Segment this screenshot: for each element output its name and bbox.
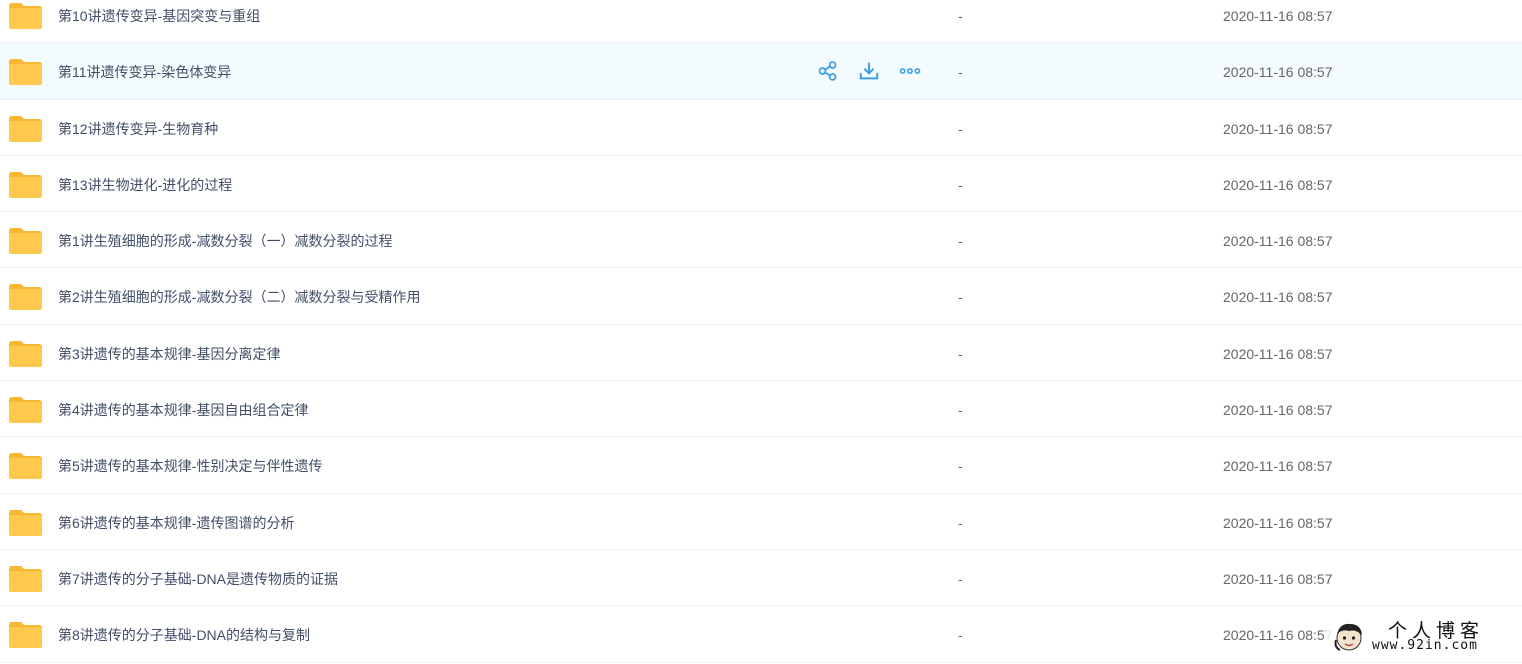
file-name-link[interactable]: 第7讲遗传的分子基础-DNA是遗传物质的证据 — [58, 550, 338, 606]
modified-time: 2020-11-16 08:57 — [1223, 289, 1333, 306]
folder-icon — [9, 228, 42, 255]
folder-icon — [9, 397, 42, 424]
watermark-url: www.92in.com — [1372, 638, 1478, 653]
file-row[interactable]: 第2讲生殖细胞的形成-减数分裂（二）减数分裂与受精作用 - 2020-11-16 0… — [0, 268, 1522, 325]
folder-icon — [9, 340, 42, 367]
watermark: 个人博客 www.92in.com — [1326, 612, 1522, 658]
modified-time: 2020-11-16 08:57 — [1223, 570, 1333, 587]
file-size: - — [958, 514, 963, 531]
file-size: - — [958, 176, 963, 193]
file-row[interactable]: 第1讲生殖细胞的形成-减数分裂（一）减数分裂的过程 - 2020-11-16 08:… — [0, 212, 1522, 269]
modified-time: 2020-11-16 08:57 — [1223, 176, 1333, 193]
file-name-link[interactable]: 第3讲遗传的基本规律-基因分离定律 — [58, 325, 280, 381]
file-name-link[interactable]: 第11讲遗传变异-染色体变异 — [58, 43, 231, 99]
folder-icon — [9, 509, 42, 536]
file-size: - — [958, 8, 963, 24]
file-name-link[interactable]: 第13讲生物进化-进化的过程 — [58, 156, 232, 212]
file-name-link[interactable]: 第10讲遗传变异-基因突变与重组 — [58, 0, 260, 43]
row-actions — [816, 43, 922, 99]
modified-time: 2020-11-16 08:57 — [1223, 514, 1333, 531]
modified-time: 2020-11-16 08:57 — [1223, 458, 1333, 475]
share-icon[interactable] — [816, 59, 840, 83]
file-row[interactable]: 第4讲遗传的基本规律-基因自由组合定律 - 2020-11-16 08:57 — [0, 381, 1522, 438]
file-size: - — [958, 120, 963, 137]
avatar-face-icon — [1334, 623, 1362, 651]
modified-time: 2020-11-16 08:57 — [1223, 120, 1333, 137]
modified-time: 2020-11-16 08:57 — [1223, 402, 1333, 419]
download-icon[interactable] — [857, 59, 881, 83]
file-row[interactable]: 第10讲遗传变异-基因突变与重组 - 2020-11-16 08:57 — [0, 0, 1522, 44]
folder-icon — [9, 3, 42, 29]
modified-time: 2020-11-16 08:57 — [1223, 345, 1333, 362]
file-name-link[interactable]: 第1讲生殖细胞的形成-减数分裂（一）减数分裂的过程 — [58, 212, 392, 268]
modified-time: 2020-11-16 08:57 — [1223, 64, 1333, 81]
more-icon[interactable] — [898, 59, 922, 83]
file-row[interactable]: 第8讲遗传的分子基础-DNA的结构与复制 - 2020-11-16 08:57 — [0, 606, 1522, 663]
file-list: 第10讲遗传变异-基因突变与重组 -2020-11-16 08:57 第11讲遗传变… — [0, 0, 1522, 663]
folder-icon — [9, 453, 42, 480]
file-name-link[interactable]: 第12讲遗传变异-生物育种 — [58, 100, 218, 156]
folder-icon — [9, 565, 42, 592]
file-row[interactable]: 第5讲遗传的基本规律-性别决定与伴性遗传 - 2020-11-16 08:57 — [0, 437, 1522, 494]
file-name-link[interactable]: 第5讲遗传的基本规律-性别决定与伴性遗传 — [58, 437, 322, 493]
folder-icon — [9, 59, 42, 86]
file-size: - — [958, 289, 963, 306]
file-name-link[interactable]: 第6讲遗传的基本规律-遗传图谱的分析 — [58, 494, 294, 550]
file-name-link[interactable]: 第8讲遗传的分子基础-DNA的结构与复制 — [58, 606, 310, 662]
folder-icon — [9, 622, 42, 649]
folder-icon — [9, 284, 42, 311]
file-row[interactable]: 第6讲遗传的基本规律-遗传图谱的分析 - 2020-11-16 08:57 — [0, 494, 1522, 550]
file-name-link[interactable]: 第2讲生殖细胞的形成-减数分裂（二）减数分裂与受精作用 — [58, 268, 420, 324]
file-row[interactable]: 第12讲遗传变异-生物育种 - 2020-11-16 08:57 — [0, 100, 1522, 156]
modified-time: 2020-11-16 08:57 — [1223, 627, 1333, 644]
file-size: - — [958, 345, 963, 362]
folder-icon — [9, 171, 42, 198]
folder-icon — [9, 115, 42, 142]
file-name-link[interactable]: 第4讲遗传的基本规律-基因自由组合定律 — [58, 381, 308, 437]
file-size: - — [958, 233, 963, 250]
modified-time: 2020-11-16 08:57 — [1223, 8, 1333, 24]
file-size: - — [958, 402, 963, 419]
file-size: - — [958, 570, 963, 587]
file-size: - — [958, 627, 963, 644]
file-row[interactable]: 第3讲遗传的基本规律-基因分离定律 - 2020-11-16 08:57 — [0, 325, 1522, 382]
file-size: - — [958, 64, 963, 81]
file-row[interactable]: 第11讲遗传变异-染色体变异 - 2020-11-16 08:57 — [0, 43, 1522, 100]
file-size: - — [958, 458, 963, 475]
modified-time: 2020-11-16 08:57 — [1223, 233, 1333, 250]
file-row[interactable]: 第7讲遗传的分子基础-DNA是遗传物质的证据 - 2020-11-16 08:57 — [0, 550, 1522, 607]
file-row[interactable]: 第13讲生物进化-进化的过程 - 2020-11-16 08:57 — [0, 156, 1522, 213]
